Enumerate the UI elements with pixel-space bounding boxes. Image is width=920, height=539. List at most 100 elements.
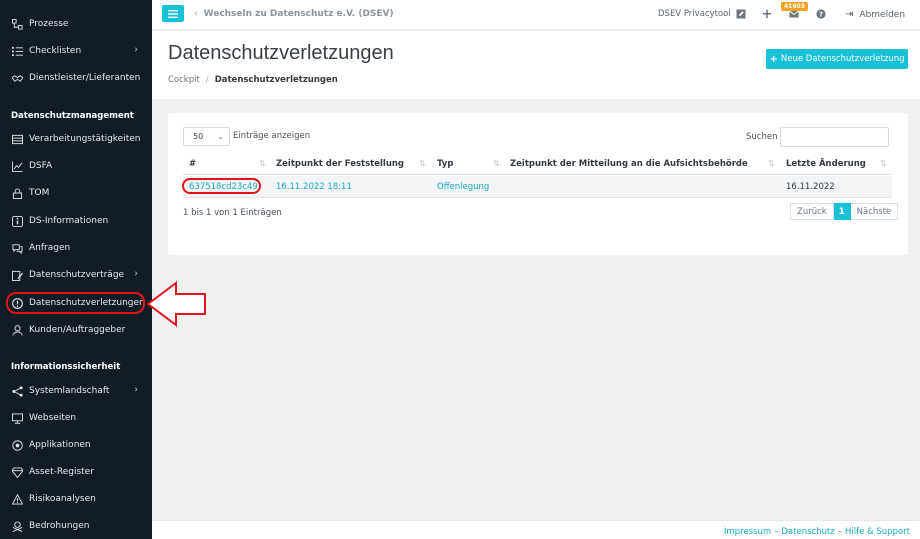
- chart-icon: [11, 160, 23, 172]
- help-icon[interactable]: ?: [815, 8, 827, 20]
- sidebar-item-label: DSFA: [29, 161, 53, 171]
- list-icon: [11, 45, 23, 57]
- search-input[interactable]: [780, 127, 889, 147]
- page-title: Datenschutzverletzungen: [168, 42, 394, 64]
- footer: Impressum – Datenschutz – Hilfe & Support: [152, 520, 920, 539]
- footer-separator: –: [774, 527, 779, 537]
- footer-hilfe-link[interactable]: Hilfe & Support: [845, 527, 910, 537]
- column-header-id[interactable]: #: [189, 159, 196, 169]
- sidebar-section-infosec: Informationssicherheit: [11, 362, 121, 372]
- sidebar-item-anfragen[interactable]: Anfragen: [0, 237, 152, 259]
- sidebar-item-label: Prozesse: [29, 19, 69, 29]
- sidebar-item-verarbeitung[interactable]: Verarbeitungstätigkeiten: [0, 128, 152, 150]
- pagination-previous[interactable]: Zurück: [790, 203, 834, 220]
- app-icon: [11, 439, 23, 451]
- column-header-type[interactable]: Typ: [437, 159, 453, 169]
- sidebar-item-label: TOM: [29, 188, 50, 198]
- sidebar-item-prozesse[interactable]: Prozesse: [0, 13, 152, 35]
- pagination-page[interactable]: 1: [833, 203, 851, 220]
- chevron-right-icon: ›: [134, 269, 138, 279]
- threat-icon: [11, 520, 23, 532]
- breadcrumb: Cockpit / Datenschutzverletzungen: [168, 75, 338, 85]
- sort-icon: ⇅: [493, 159, 500, 168]
- search-label: Suchen: [746, 132, 778, 142]
- handshake-icon: [11, 72, 23, 84]
- sort-icon: ⇅: [259, 159, 266, 168]
- diamond-icon: [11, 466, 23, 478]
- breadcrumb-separator: /: [205, 75, 209, 85]
- sidebar-item-dsfa[interactable]: DSFA: [0, 155, 152, 177]
- switch-organization-label: Wechseln zu Datenschutz e.V. (DSEV): [203, 9, 394, 19]
- lock-icon: [11, 187, 23, 199]
- network-icon: [11, 385, 23, 397]
- sidebar-item-bedrohungen[interactable]: Bedrohungen: [0, 515, 152, 537]
- info-box-icon: [11, 215, 23, 227]
- edit-icon[interactable]: [735, 8, 747, 20]
- column-header-changed[interactable]: Letzte Änderung: [786, 159, 866, 169]
- warning-icon: [11, 493, 23, 505]
- table-icon: [11, 133, 23, 145]
- annotation-arrow: [146, 281, 206, 327]
- sidebar-item-label: Checklisten: [29, 46, 82, 56]
- monitor-icon: [11, 412, 23, 424]
- sidebar-item-tom[interactable]: TOM: [0, 182, 152, 204]
- sidebar-item-dienstleister[interactable]: Dienstleister/Lieferanten: [0, 67, 152, 89]
- sidebar-item-label: DS-Informationen: [29, 216, 109, 226]
- sidebar-item-kunden[interactable]: Kunden/Auftraggeber: [0, 319, 152, 341]
- sidebar-item-datenschutzvertraege[interactable]: Datenschutzverträge ›: [0, 264, 152, 286]
- footer-impressum-link[interactable]: Impressum: [724, 527, 771, 537]
- switch-organization-link[interactable]: ‹ Wechseln zu Datenschutz e.V. (DSEV): [194, 9, 394, 19]
- sidebar-section-datenschutz: Datenschutzmanagement: [11, 111, 134, 121]
- column-header-reported[interactable]: Zeitpunkt der Mitteilung an die Aufsicht…: [510, 159, 748, 169]
- tool-name: DSEV Privacytool: [658, 9, 731, 19]
- page-length-select[interactable]: 50 ⌄: [183, 127, 230, 146]
- sidebar-item-ds-informationen[interactable]: DS-Informationen: [0, 210, 152, 232]
- breach-found-link[interactable]: 16.11.2022 18:11: [276, 182, 352, 192]
- breach-changed: 16.11.2022: [786, 182, 835, 192]
- breach-type-link[interactable]: Offenlegung: [437, 182, 489, 192]
- sidebar-item-checklisten[interactable]: Checklisten ›: [0, 40, 152, 62]
- table-row[interactable]: 637518cd23c49 16.11.2022 18:11 Offenlegu…: [183, 176, 892, 198]
- sidebar-item-label: Risikoanalysen: [29, 494, 96, 504]
- menu-toggle-button[interactable]: [162, 5, 184, 22]
- footer-separator: –: [837, 527, 843, 537]
- plus-icon[interactable]: +: [761, 7, 773, 22]
- sort-icon: ⇅: [419, 159, 426, 168]
- sort-icon: ⇅: [880, 159, 887, 168]
- new-breach-button[interactable]: + Neue Datenschutzverletzung: [766, 49, 908, 69]
- page-header: Datenschutzverletzungen Cockpit / Datensch…: [152, 31, 920, 99]
- pagination-next[interactable]: Nächste: [850, 203, 899, 220]
- sidebar-item-systemlandschaft[interactable]: Systemlandschaft ›: [0, 380, 152, 402]
- page-length-label: Einträge anzeigen: [233, 131, 311, 141]
- sidebar-item-label: Systemlandschaft: [29, 386, 110, 396]
- user-icon: [11, 324, 23, 336]
- breach-table-card: 50 ⌄ Einträge anzeigen Suchen # ⇅ Zeitpu…: [168, 113, 908, 255]
- sidebar-item-label: Asset-Register: [29, 467, 94, 477]
- sidebar-item-webseiten[interactable]: Webseiten: [0, 407, 152, 429]
- plus-icon: +: [769, 53, 778, 65]
- sidebar-item-asset-register[interactable]: Asset-Register: [0, 461, 152, 483]
- svg-text:?: ?: [819, 10, 823, 18]
- mail-count-badge: 41603: [781, 2, 808, 11]
- sidebar-item-label: Dienstleister/Lieferanten: [29, 73, 141, 83]
- logout-button[interactable]: ⇥ Abmelden: [845, 9, 905, 20]
- sidebar-item-label: Verarbeitungstätigkeiten: [29, 134, 141, 144]
- breadcrumb-cockpit[interactable]: Cockpit: [168, 75, 200, 85]
- sidebar-item-label: Datenschutzverträge: [29, 270, 125, 280]
- footer-datenschutz-link[interactable]: Datenschutz: [781, 527, 834, 537]
- sidebar-item-datenschutzverletzungen[interactable]: Datenschutzverletzungen: [0, 292, 152, 314]
- alert-circle-icon: [11, 297, 23, 309]
- sidebar-item-label: Kunden/Auftraggeber: [29, 325, 126, 335]
- sidebar-item-label: Applikationen: [29, 440, 91, 450]
- page-length-value: 50: [193, 132, 204, 141]
- breach-id-link[interactable]: 637518cd23c49: [189, 182, 258, 192]
- breadcrumb-current: Datenschutzverletzungen: [214, 75, 338, 85]
- sidebar-item-label: Webseiten: [29, 413, 77, 423]
- process-icon: [11, 18, 23, 30]
- table-header: # ⇅ Zeitpunkt der Feststellung ⇅ Typ ⇅ Z…: [183, 155, 892, 175]
- column-header-found[interactable]: Zeitpunkt der Feststellung: [276, 159, 404, 169]
- new-breach-label: Neue Datenschutzverletzung: [780, 54, 905, 64]
- chevron-right-icon: ›: [134, 45, 138, 55]
- sidebar-item-applikationen[interactable]: Applikationen: [0, 434, 152, 456]
- sidebar-item-risikoanalysen[interactable]: Risikoanalysen: [0, 488, 152, 510]
